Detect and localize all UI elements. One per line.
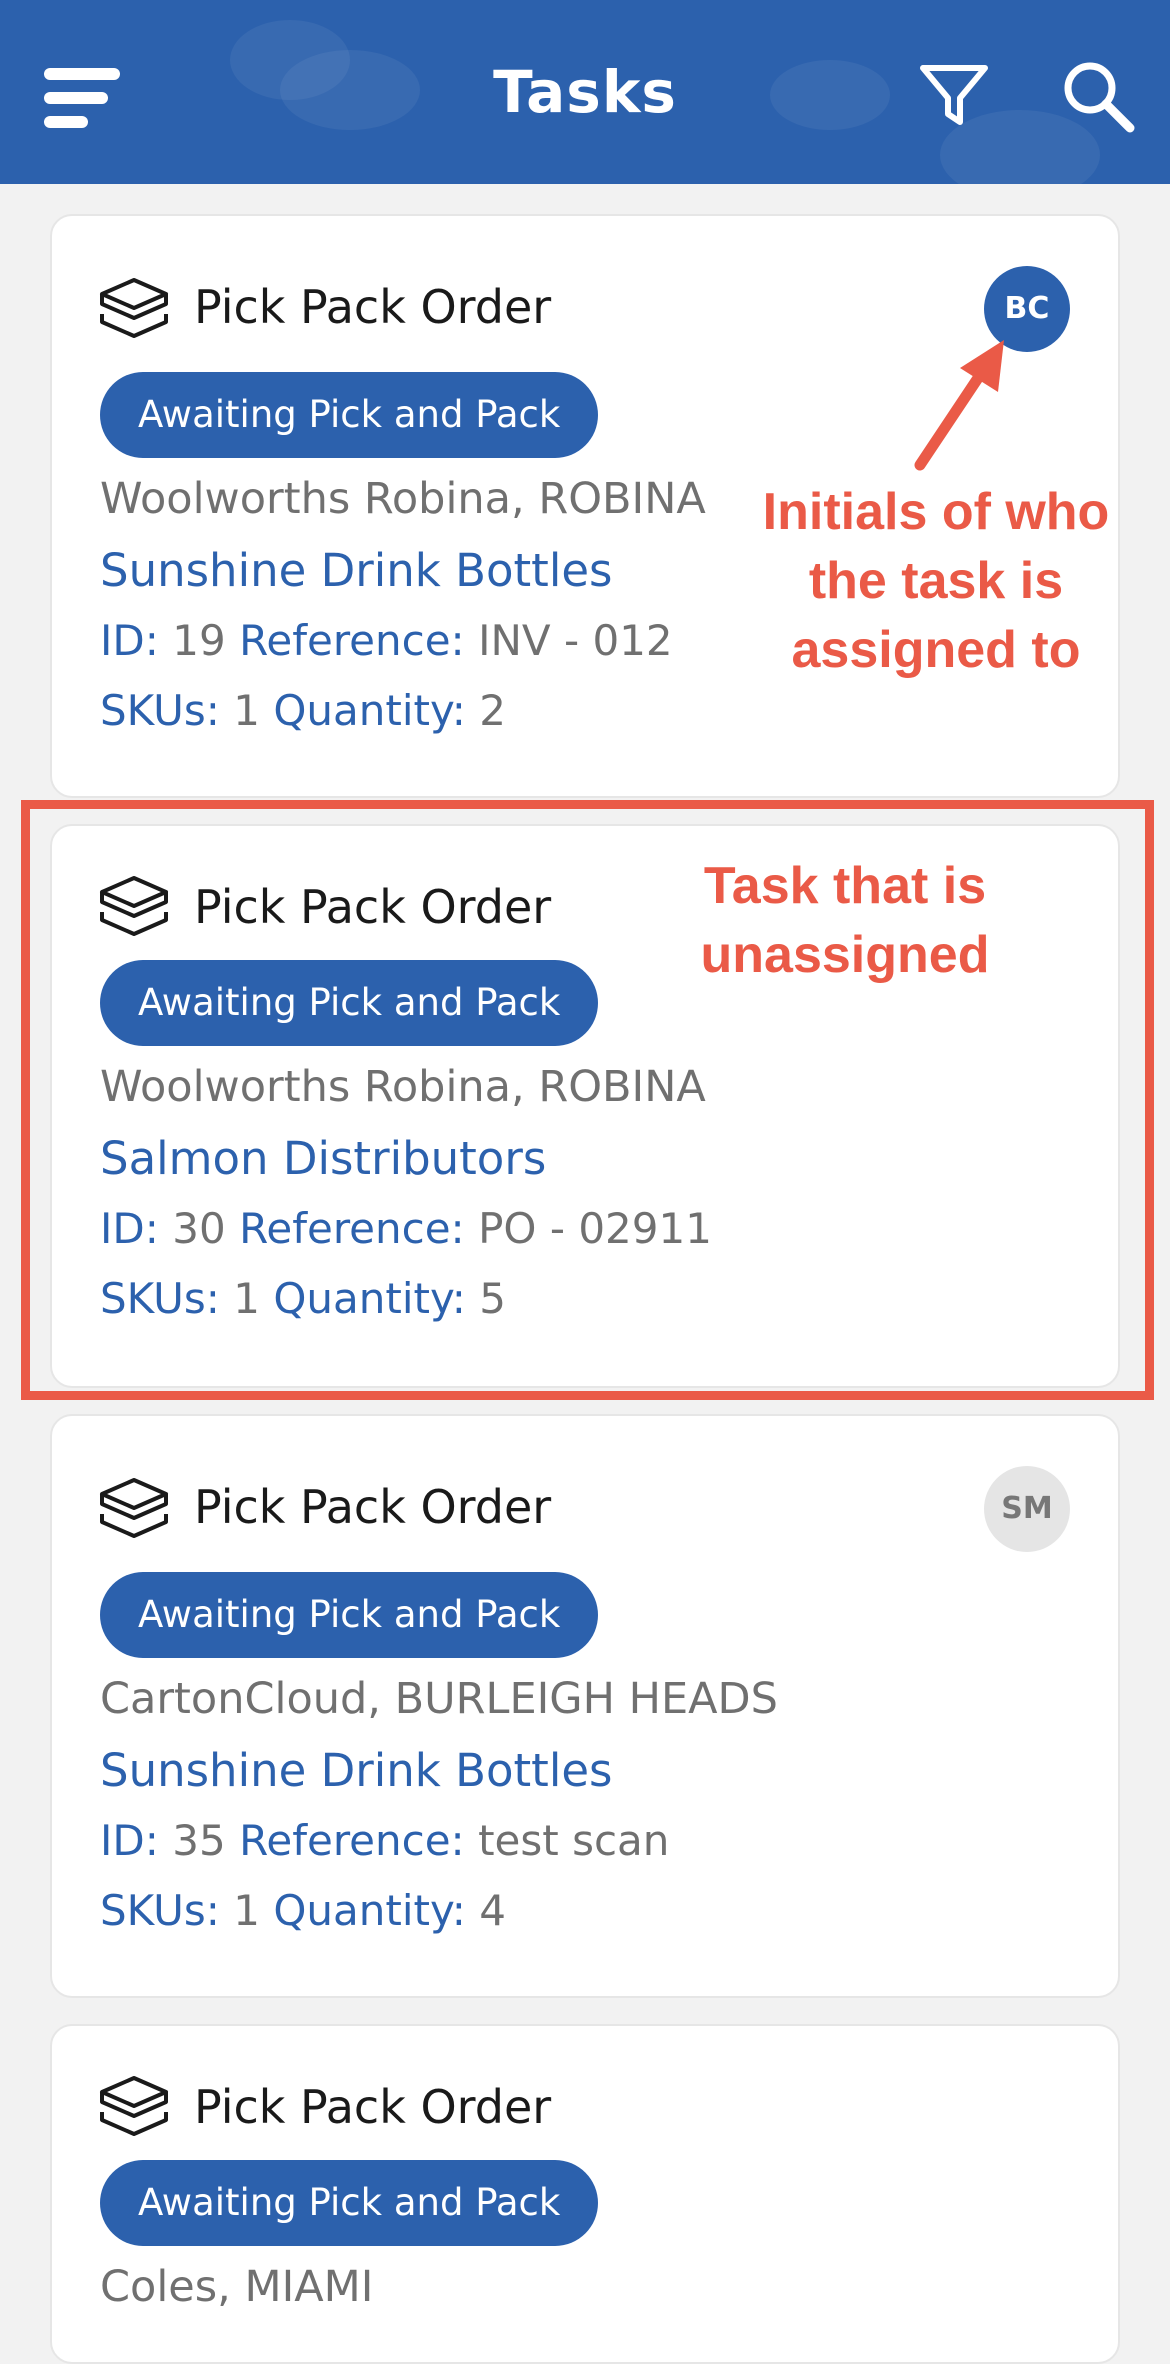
app-header: Tasks bbox=[0, 0, 1170, 184]
annotation-assigned-line: Initials of who bbox=[762, 483, 1110, 541]
quantity-value: 2 bbox=[479, 686, 506, 735]
box-package-icon bbox=[100, 278, 168, 338]
annotation-assigned-line: assigned to bbox=[791, 621, 1081, 679]
reference-value: INV - 012 bbox=[478, 616, 673, 665]
assignee-avatar: SM bbox=[984, 1466, 1070, 1552]
status-badge: Awaiting Pick and Pack bbox=[100, 372, 599, 458]
quantity-label: Quantity: bbox=[273, 686, 466, 735]
status-badge: Awaiting Pick and Pack bbox=[100, 2160, 599, 2246]
filter-button[interactable] bbox=[918, 62, 990, 130]
task-id-reference: ID: 19 Reference: INV - 012 bbox=[100, 616, 673, 665]
filter-funnel-icon bbox=[920, 65, 988, 125]
skus-label: SKUs: bbox=[100, 686, 220, 735]
search-button[interactable] bbox=[1060, 58, 1136, 134]
task-card[interactable]: Pick Pack Order SM Awaiting Pick and Pac… bbox=[50, 1414, 1120, 1998]
task-location: Woolworths Robina, ROBINA bbox=[100, 474, 706, 524]
task-skus-quantity: SKUs: 1 Quantity: 4 bbox=[100, 1886, 506, 1935]
task-customer: Sunshine Drink Bottles bbox=[100, 1744, 613, 1797]
annotation-assigned-line: the task is bbox=[808, 552, 1064, 610]
task-type: Pick Pack Order bbox=[194, 280, 552, 334]
id-label: ID: bbox=[100, 1816, 159, 1865]
box-package-icon bbox=[100, 2076, 168, 2136]
task-card[interactable]: Pick Pack Order Awaiting Pick and Pack C… bbox=[50, 2024, 1120, 2364]
annotation-arrow-icon bbox=[914, 340, 1004, 471]
reference-label: Reference: bbox=[239, 616, 465, 665]
reference-label: Reference: bbox=[239, 1816, 465, 1865]
id-value: 35 bbox=[172, 1816, 226, 1865]
skus-label: SKUs: bbox=[100, 1886, 220, 1935]
task-location: Coles, MIAMI bbox=[100, 2262, 374, 2312]
task-location: CartonCloud, BURLEIGH HEADS bbox=[100, 1674, 778, 1724]
annotation-assigned: Initials of who the task is assigned to bbox=[742, 478, 1130, 685]
task-type: Pick Pack Order bbox=[194, 2080, 552, 2134]
page-title: Tasks bbox=[493, 58, 677, 126]
search-icon bbox=[1064, 62, 1135, 133]
reference-value: test scan bbox=[478, 1816, 670, 1865]
skus-value: 1 bbox=[233, 686, 260, 735]
task-type: Pick Pack Order bbox=[194, 1480, 552, 1534]
skus-value: 1 bbox=[233, 1886, 260, 1935]
annotation-unassigned: Task that is unassigned bbox=[660, 852, 1030, 990]
quantity-value: 4 bbox=[479, 1886, 506, 1935]
status-badge: Awaiting Pick and Pack bbox=[100, 1572, 599, 1658]
task-id-reference: ID: 35 Reference: test scan bbox=[100, 1816, 669, 1865]
annotation-unassigned-line: unassigned bbox=[700, 926, 990, 984]
quantity-label: Quantity: bbox=[273, 1886, 466, 1935]
id-value: 19 bbox=[172, 616, 226, 665]
box-package-icon bbox=[100, 1478, 168, 1538]
task-customer: Sunshine Drink Bottles bbox=[100, 544, 613, 597]
task-skus-quantity: SKUs: 1 Quantity: 2 bbox=[100, 686, 506, 735]
id-label: ID: bbox=[100, 616, 159, 665]
annotation-unassigned-line: Task that is bbox=[703, 857, 987, 915]
